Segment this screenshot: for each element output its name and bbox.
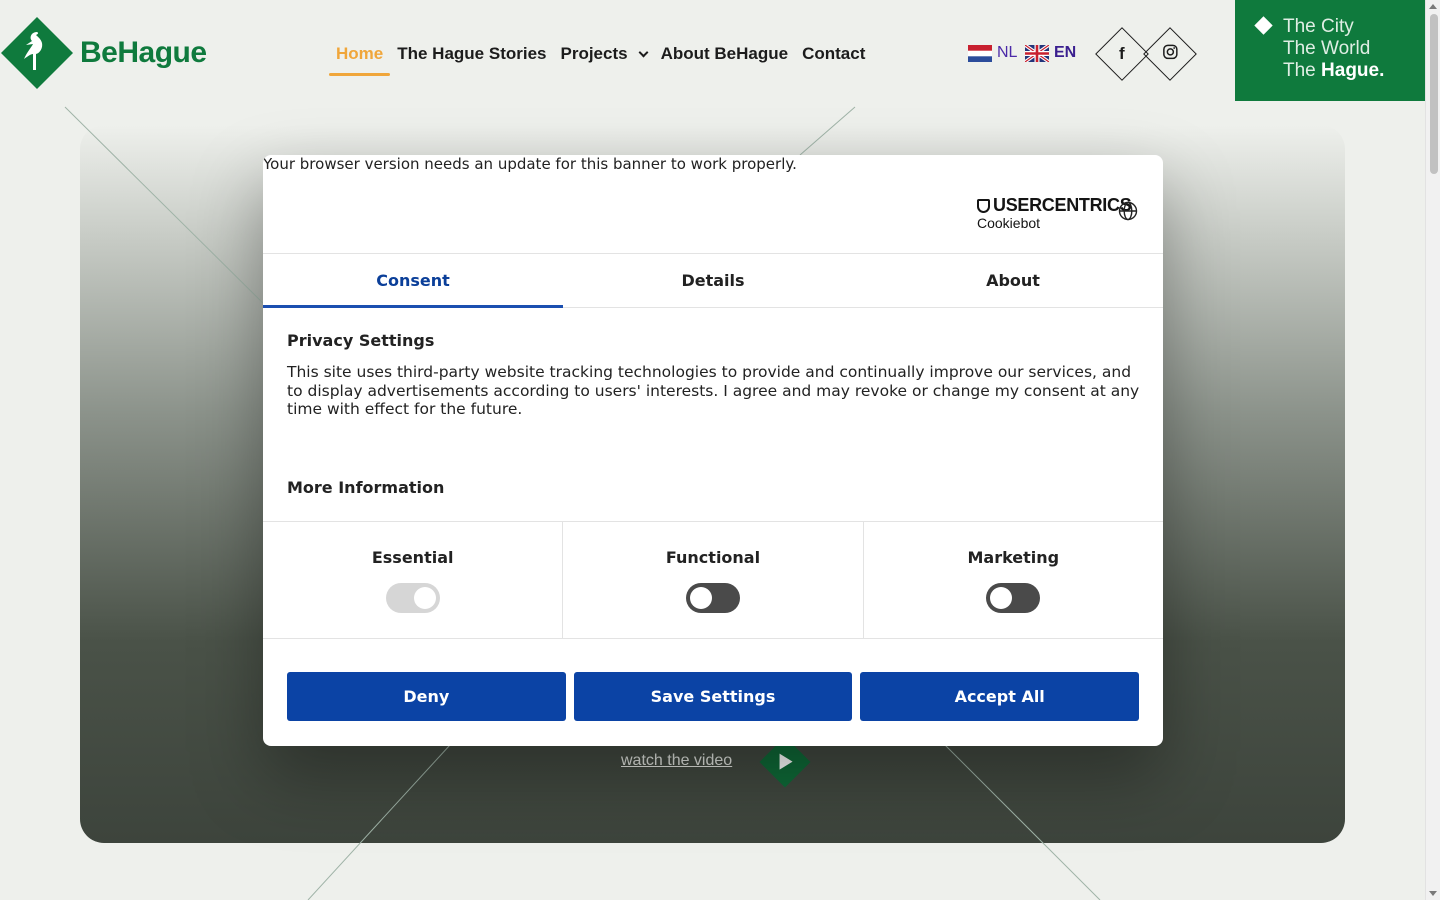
nav-item-label: Home: [336, 44, 384, 63]
category-essential: Essential: [263, 522, 564, 638]
language-code: NL: [997, 44, 1018, 61]
nav-item-label: Contact: [802, 44, 866, 63]
nav-item-contact[interactable]: Contact: [795, 32, 872, 76]
city-world-hague-tagline[interactable]: The City The World The Hague.: [1235, 0, 1425, 101]
category-label: Marketing: [967, 548, 1060, 567]
tagline-bold: Hague.: [1321, 60, 1385, 81]
main-nav: Home The Hague Stories Projects About Be…: [329, 32, 872, 76]
instagram-button[interactable]: [1143, 27, 1197, 81]
toggle-knob: [990, 587, 1013, 609]
nav-item-label: The Hague Stories: [397, 44, 547, 63]
deny-button[interactable]: Deny: [287, 672, 566, 721]
category-label: Functional: [665, 548, 761, 567]
diamond-icon: [1254, 16, 1273, 35]
save-settings-button[interactable]: Save Settings: [573, 672, 853, 721]
tagline-line: The Hague.: [1283, 60, 1425, 82]
language-nl[interactable]: NL: [968, 44, 1017, 62]
tab-label: About: [986, 271, 1040, 290]
globe-icon[interactable]: [1118, 201, 1138, 221]
nav-item-label: Projects: [560, 44, 628, 63]
privacy-settings-title: Privacy Settings: [287, 331, 435, 350]
category-functional: Functional: [563, 522, 864, 638]
facebook-icon: f: [1119, 43, 1125, 63]
tab-details[interactable]: Details: [563, 254, 863, 307]
language-code: EN: [1054, 44, 1077, 61]
usercentrics-wordmark: USERCENTRICS: [977, 195, 1132, 216]
tab-consent[interactable]: Consent: [263, 254, 563, 308]
scroll-up-arrow-icon[interactable]: [1429, 4, 1437, 9]
nav-item-home[interactable]: Home: [329, 32, 391, 76]
nav-item-hague-stories[interactable]: The Hague Stories: [390, 32, 553, 76]
accept-all-button[interactable]: Accept All: [860, 672, 1140, 721]
cookiebot-logo[interactable]: USERCENTRICS Cookiebot: [977, 195, 1132, 231]
nav-item-label: About BeHague: [660, 44, 789, 63]
heron-logo-icon: [1, 17, 73, 89]
netherlands-flag-icon: [968, 44, 992, 62]
toggle-knob: [413, 587, 436, 609]
shield-icon: [977, 198, 990, 213]
consent-tabs: Consent Details About: [263, 253, 1163, 308]
provider-product: Cookiebot: [977, 215, 1041, 231]
instagram-icon: [1162, 44, 1178, 64]
tab-label: Consent: [376, 271, 450, 290]
page-scrollbar[interactable]: [1425, 0, 1440, 900]
chevron-down-icon: [638, 47, 649, 57]
language-en[interactable]: EN: [1025, 44, 1076, 62]
tab-label: Details: [681, 271, 745, 290]
facebook-button[interactable]: f: [1095, 27, 1149, 81]
provider-name: USERCENTRICS: [993, 195, 1132, 215]
play-icon: [779, 753, 793, 770]
more-information-title: More Information: [287, 478, 445, 497]
watch-video-link[interactable]: watch the video: [621, 752, 732, 770]
functional-toggle[interactable]: [685, 583, 740, 613]
category-label: Essential: [371, 548, 454, 567]
tagline-prefix: The: [1283, 60, 1322, 81]
nav-item-about[interactable]: About BeHague: [654, 32, 796, 76]
nav-item-projects[interactable]: Projects: [554, 32, 654, 76]
logo-text: BeHague: [80, 36, 207, 69]
scrollbar-thumb[interactable]: [1430, 14, 1438, 174]
marketing-toggle[interactable]: [986, 583, 1041, 613]
consent-categories: Essential Functional Marketing: [263, 521, 1163, 639]
tagline-line: The World: [1283, 38, 1371, 59]
consent-buttons: Deny Save Settings Accept All: [287, 672, 1140, 721]
essential-toggle: [385, 583, 440, 613]
privacy-description: This site uses third-party website track…: [287, 363, 1140, 418]
behague-logo[interactable]: BeHague: [0, 16, 207, 90]
tagline-line: The City: [1283, 16, 1354, 37]
scroll-down-arrow-icon[interactable]: [1429, 891, 1437, 896]
browser-update-message: Your browser version needs an update for…: [263, 155, 797, 173]
tab-about[interactable]: About: [863, 254, 1163, 307]
toggle-knob: [689, 587, 712, 609]
cookie-consent-dialog: Your browser version needs an update for…: [263, 155, 1163, 746]
category-marketing: Marketing: [864, 522, 1163, 638]
uk-flag-icon: [1025, 44, 1049, 62]
